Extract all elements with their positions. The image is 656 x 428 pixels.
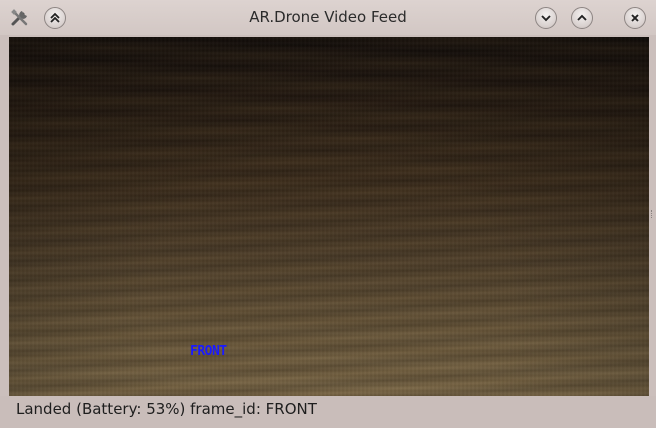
chevron-down-icon xyxy=(541,15,551,22)
video-vignette xyxy=(9,37,649,396)
tools-icon[interactable] xyxy=(10,8,30,28)
status-text: Landed (Battery: 53%) frame_id: FRONT xyxy=(16,400,317,418)
chevron-double-up-icon xyxy=(50,12,60,23)
chevron-up-icon xyxy=(577,14,587,21)
window-title: AR.Drone Video Feed xyxy=(249,8,407,26)
resize-grip[interactable] xyxy=(651,210,654,218)
video-feed[interactable]: FRONT xyxy=(9,37,649,396)
close-icon xyxy=(631,14,639,22)
keep-above-button[interactable] xyxy=(44,7,66,29)
minimize-button[interactable] xyxy=(535,7,557,29)
close-button[interactable] xyxy=(624,7,646,29)
title-bar[interactable]: AR.Drone Video Feed xyxy=(0,0,656,35)
camera-label-overlay: FRONT xyxy=(190,344,227,359)
maximize-button[interactable] xyxy=(571,7,593,29)
status-bar: Landed (Battery: 53%) frame_id: FRONT xyxy=(0,396,656,428)
ardrone-video-window: AR.Drone Video Feed FRONT Landed (Batter… xyxy=(0,0,656,428)
